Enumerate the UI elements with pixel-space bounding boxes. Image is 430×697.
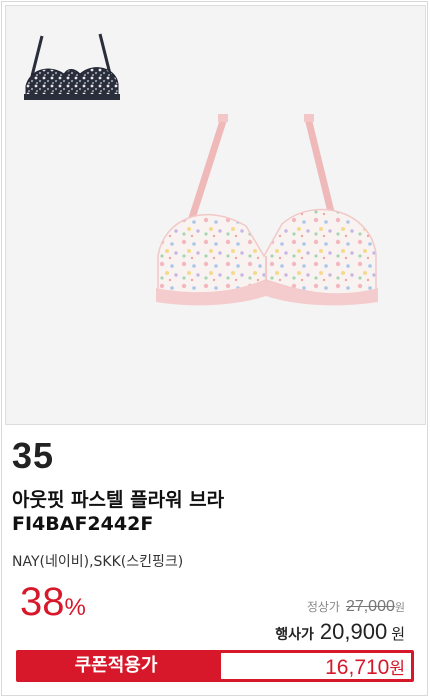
product-name[interactable]: 아웃핏 파스텔 플라워 브라: [12, 485, 224, 512]
coupon-price-bar[interactable]: 쿠폰적용가 16,710원: [16, 650, 414, 682]
regular-price: 정상가 27,000원: [307, 598, 405, 616]
product-card[interactable]: 35 아웃핏 파스텔 플라워 브라 FI4BAF2442F NAY(네이비),S…: [1, 1, 428, 696]
bra-main-image: [156, 114, 378, 306]
regular-price-unit: 원: [394, 601, 405, 614]
product-code: FI4BAF2442F: [12, 513, 154, 535]
event-price-value: 20,900: [319, 619, 388, 644]
rank-number: 35: [12, 435, 55, 476]
coupon-price-value: 16,710: [325, 656, 390, 679]
discount-unit: %: [64, 594, 86, 621]
coupon-price-box: 16,710원: [221, 653, 411, 679]
navy-color-thumbnail[interactable]: [18, 28, 126, 108]
regular-price-label: 정상가: [306, 600, 340, 614]
coupon-price-unit: 원: [389, 659, 405, 679]
event-price-label: 행사가: [275, 627, 314, 643]
event-price: 행사가 20,900 원: [275, 619, 405, 645]
product-image[interactable]: [5, 5, 426, 425]
coupon-price: 16,710원: [325, 654, 405, 680]
color-options: NAY(네이비),SKK(스킨핑크): [12, 554, 184, 570]
discount-rate: 38%: [20, 580, 86, 625]
event-price-unit: 원: [391, 625, 405, 643]
discount-value: 38: [20, 580, 65, 624]
coupon-price-label: 쿠폰적용가: [74, 655, 158, 676]
regular-price-value: 27,000: [345, 598, 395, 615]
